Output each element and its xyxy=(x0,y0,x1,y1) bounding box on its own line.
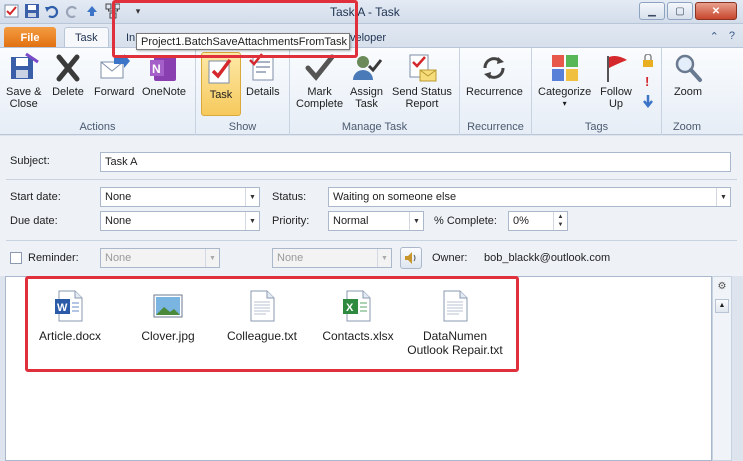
subject-label: Subject: xyxy=(10,155,50,167)
maximize-button[interactable]: ▢ xyxy=(667,2,693,20)
categorize-dropdown-icon: ▾ xyxy=(562,99,567,108)
send-status-icon xyxy=(409,54,437,82)
reminder-checkbox[interactable] xyxy=(10,252,22,264)
group-show: Task Details Show xyxy=(196,48,290,135)
start-date-label: Start date: xyxy=(10,191,61,203)
macro-tooltip: Project1.BatchSaveAttachmentsFromTask xyxy=(136,33,350,50)
recurrence-button[interactable]: Recurrence xyxy=(466,52,523,98)
save-icon[interactable] xyxy=(24,3,40,19)
low-importance-icon[interactable] xyxy=(642,94,654,108)
group-tags: Categorize ▾ Follow Up ! Tags xyxy=(532,48,662,135)
start-date-dropdown-icon[interactable]: ▼ xyxy=(245,188,259,206)
task-view-button[interactable]: Task xyxy=(201,52,241,116)
reminder-date-field[interactable]: None ▼ xyxy=(100,248,220,268)
group-manage-task: Mark Complete Assign Task Send Status Re… xyxy=(290,48,460,135)
owner-label: Owner: xyxy=(432,252,468,264)
owner-value: bob_blackk@outlook.com xyxy=(484,252,611,264)
undo-icon[interactable] xyxy=(44,3,60,19)
up-icon[interactable] xyxy=(84,3,100,19)
reminder-time-dropdown-icon[interactable]: ▼ xyxy=(377,249,391,267)
group-actions: Save & Close Delete Forward N OneNote Ac… xyxy=(0,48,196,135)
group-label-tags: Tags xyxy=(584,121,609,133)
group-label-actions: Actions xyxy=(79,121,116,133)
due-date-label: Due date: xyxy=(10,215,58,227)
reminder-time-field[interactable]: None ▼ xyxy=(272,248,392,268)
delete-icon xyxy=(56,54,80,82)
reminder-label: Reminder: xyxy=(28,252,79,264)
start-date-field[interactable]: None ▼ xyxy=(100,187,260,207)
reminder-date-dropdown-icon[interactable]: ▼ xyxy=(205,249,219,267)
lock-icon[interactable] xyxy=(642,54,654,68)
complete-spin-icon[interactable]: ▲ ▼ xyxy=(553,212,567,230)
priority-dropdown-icon[interactable]: ▼ xyxy=(409,212,423,230)
tags-small-icons: ! xyxy=(642,54,654,108)
delete-button[interactable]: Delete xyxy=(52,52,84,98)
scroll-up-button[interactable]: ▲ xyxy=(715,299,729,313)
save-close-button[interactable]: Save & Close xyxy=(6,52,41,110)
minimize-button[interactable]: ▁ xyxy=(639,2,665,20)
scroll-settings-icon[interactable]: ⚙ xyxy=(715,281,729,295)
attachments-highlight-box xyxy=(25,276,519,372)
complete-spinner[interactable]: 0% ▲ ▼ xyxy=(508,211,568,231)
svg-text:!: ! xyxy=(645,74,649,88)
forward-button[interactable]: Forward xyxy=(94,52,134,98)
svg-text:N: N xyxy=(152,62,161,76)
zoom-button[interactable]: Zoom xyxy=(672,52,704,98)
categorize-button[interactable]: Categorize ▾ xyxy=(538,52,591,110)
minimize-ribbon-icon[interactable]: ⌃ xyxy=(710,30,719,43)
tab-task[interactable]: Task xyxy=(64,27,109,48)
status-dropdown-icon[interactable]: ▼ xyxy=(716,188,730,206)
follow-up-button[interactable]: Follow Up xyxy=(600,52,632,110)
assign-task-button[interactable]: Assign Task xyxy=(350,52,383,110)
status-label: Status: xyxy=(272,191,307,203)
priority-label: Priority: xyxy=(272,215,310,227)
task-form: Subject: Task A Start date: None ▼ Statu… xyxy=(0,136,743,276)
details-button[interactable]: Details xyxy=(246,52,280,98)
status-select[interactable]: Waiting on someone else ▼ xyxy=(328,187,731,207)
save-close-icon xyxy=(10,52,39,79)
high-importance-icon[interactable]: ! xyxy=(642,74,654,88)
group-zoom: Zoom Zoom xyxy=(662,48,712,135)
categorize-icon xyxy=(551,55,578,81)
close-button[interactable]: ✕ xyxy=(695,2,737,20)
group-label-manage-task: Manage Task xyxy=(341,121,408,133)
complete-label: % Complete: xyxy=(434,215,497,227)
redo-icon[interactable] xyxy=(64,3,80,19)
group-recurrence: Recurrence Recurrence xyxy=(460,48,532,135)
task-icon xyxy=(208,58,232,84)
follow-up-flag-icon xyxy=(607,56,627,82)
window-controls: ▁ ▢ ✕ xyxy=(639,2,737,20)
group-label-show: Show xyxy=(228,121,257,133)
form-divider-2 xyxy=(6,240,737,241)
mark-complete-button[interactable]: Mark Complete xyxy=(296,52,343,110)
onenote-button[interactable]: N OneNote xyxy=(142,52,186,98)
reminder-sound-button[interactable] xyxy=(400,247,422,269)
tab-file[interactable]: File xyxy=(4,27,56,48)
recurrence-icon xyxy=(483,57,505,79)
ribbon: Save & Close Delete Forward N OneNote Ac… xyxy=(0,47,743,135)
speaker-icon xyxy=(405,252,416,264)
body-scrollbar[interactable]: ⚙ ▲ xyxy=(712,276,732,461)
due-date-field[interactable]: None ▼ xyxy=(100,211,260,231)
magnifier-icon xyxy=(675,54,702,82)
group-label-recurrence: Recurrence xyxy=(467,121,524,133)
form-divider xyxy=(6,179,737,180)
subject-input[interactable]: Task A xyxy=(100,152,731,172)
send-status-report-button[interactable]: Send Status Report xyxy=(392,52,452,110)
help-icon[interactable]: ? xyxy=(729,30,735,43)
due-date-dropdown-icon[interactable]: ▼ xyxy=(245,212,259,230)
priority-select[interactable]: Normal ▼ xyxy=(328,211,424,231)
app-icon[interactable] xyxy=(4,3,20,19)
group-label-zoom: Zoom xyxy=(672,121,702,133)
ribbon-help-area: ⌃ ? xyxy=(710,30,735,43)
